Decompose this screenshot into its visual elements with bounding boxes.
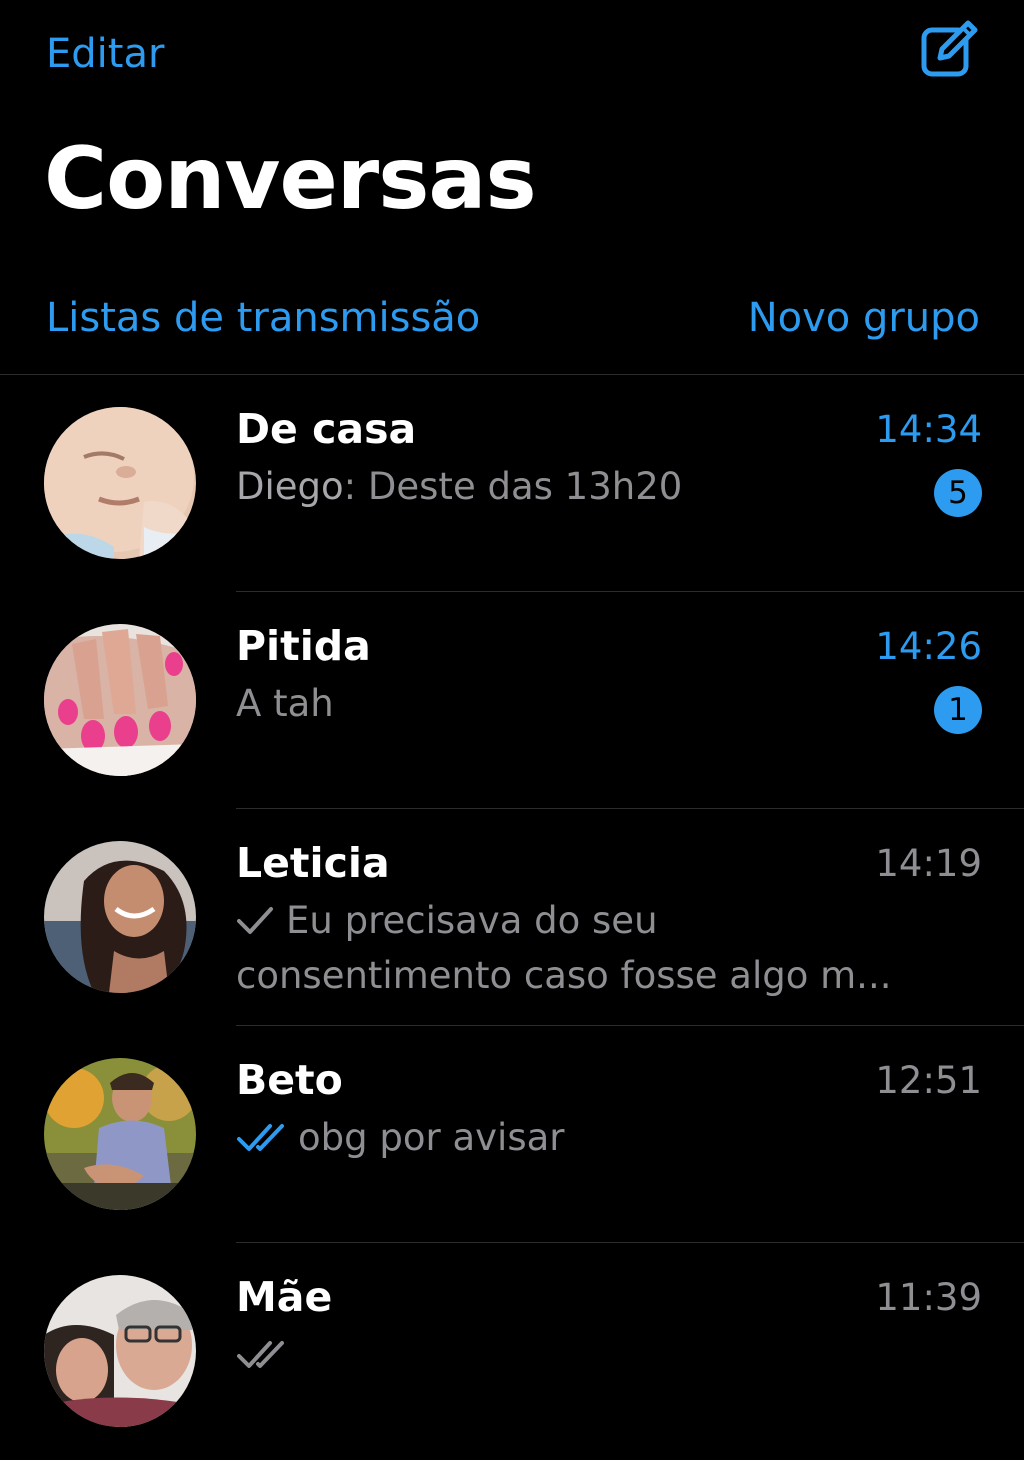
unread-badge: 5 [934,469,982,517]
chat-time: 14:19 [875,842,982,885]
man-outdoors-avatar [44,1058,196,1210]
chat-preview-text: Eu precisava do seu consentimento caso f… [236,899,892,997]
unread-badge: 1 [934,686,982,734]
edit-button[interactable]: Editar [46,26,164,82]
couple-photo-avatar [44,1275,196,1427]
links-row: Listas de transmissão Novo grupo [0,286,1024,350]
broadcast-lists-link[interactable]: Listas de transmissão [46,286,480,350]
chat-name: Leticia [236,839,390,887]
top-bar: Editar [0,0,1024,110]
chat-preview [236,1327,916,1382]
chat-sender: Diego [236,465,344,508]
chat-row-de-casa[interactable]: De casa 14:34 Diego: Deste das 13h20 5 [0,375,1024,592]
chat-list: De casa 14:34 Diego: Deste das 13h20 5 P… [0,375,1024,1460]
new-group-link[interactable]: Novo grupo [748,286,980,350]
chat-preview: Diego: Deste das 13h20 [236,459,916,514]
chat-row-beto[interactable]: Beto 12:51 obg por avisar [0,1026,1024,1243]
chat-name: Beto [236,1056,343,1104]
chat-preview-text: : Deste das 13h20 [343,465,683,508]
chat-time: 11:39 [875,1276,982,1319]
woman-smiling-avatar [44,841,196,993]
chat-time: 12:51 [875,1059,982,1102]
double-check-icon [237,1341,284,1368]
chat-row-leticia[interactable]: Leticia 14:19 Eu precisava do seu consen… [0,809,1024,1026]
double-check-read-icon [237,1124,284,1151]
page-title: Conversas [44,129,537,229]
chat-preview: Eu precisava do seu consentimento caso f… [236,893,916,1003]
chat-time: 14:26 [875,625,982,668]
chat-name: Pitida [236,622,371,670]
chat-time: 14:34 [875,408,982,451]
chat-row-mae[interactable]: Mãe 11:39 [0,1243,1024,1460]
single-check-icon [237,907,273,934]
baby-photo-avatar [44,407,196,559]
compose-icon[interactable] [918,18,980,80]
chat-row-pitida[interactable]: Pitida 14:26 A tah 1 [0,592,1024,809]
painted-nails-avatar [44,624,196,776]
chat-name: Mãe [236,1273,333,1321]
chat-preview-text: obg por avisar [298,1116,565,1159]
chat-name: De casa [236,405,417,453]
chat-preview: obg por avisar [236,1110,916,1165]
chat-preview: A tah [236,682,334,725]
